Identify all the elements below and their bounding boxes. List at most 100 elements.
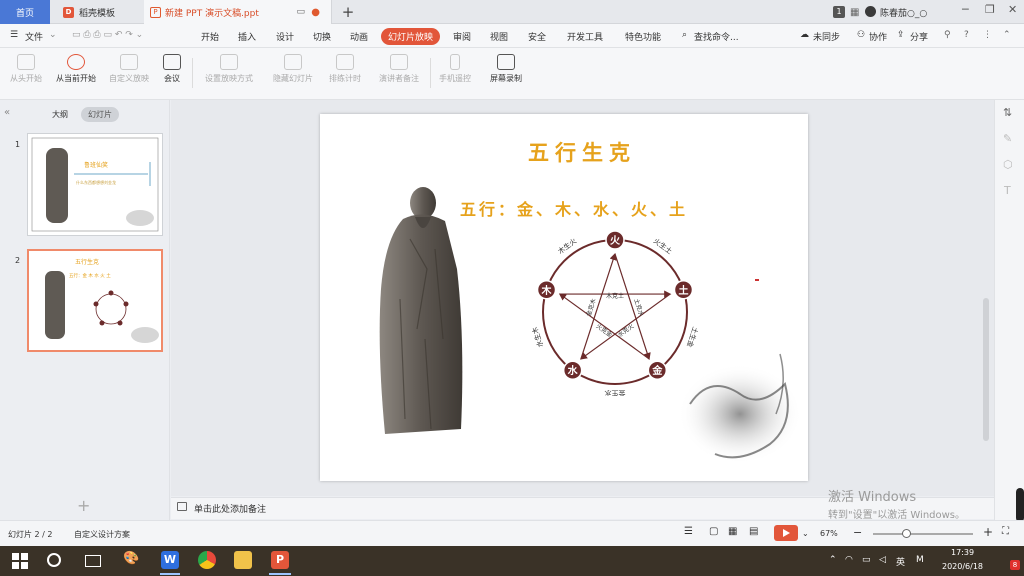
element-node: 水 bbox=[562, 360, 583, 380]
zoom-out-icon[interactable]: − bbox=[853, 526, 862, 539]
menu-bar: ☰ 文件 ⌄ ▭ ⎙ ⎙ ▭ ↶ ↷ ⌄ 开始 插入 设计 切换 动画 幻灯片放… bbox=[0, 24, 1024, 48]
menu-view[interactable]: 视图 bbox=[490, 30, 508, 43]
text-icon[interactable]: T bbox=[1004, 184, 1011, 197]
sorter-view-icon[interactable]: ▦ bbox=[728, 526, 737, 537]
chevron-down-icon[interactable]: ⌄ bbox=[49, 30, 57, 40]
menu-home[interactable]: 开始 bbox=[201, 30, 219, 43]
tray-chevron-icon[interactable]: ⌃ bbox=[829, 555, 837, 565]
quick-access-icons[interactable]: ▭ ⎙ ⎙ ▭ ↶ ↷ ⌄ bbox=[72, 30, 143, 40]
minimize-icon[interactable]: ─ bbox=[962, 3, 969, 16]
search-icon[interactable] bbox=[47, 553, 61, 567]
collapse-panel-icon[interactable]: « bbox=[4, 107, 10, 118]
clock-time[interactable]: 17:39 bbox=[951, 548, 974, 557]
play-from-start-button[interactable]: 从头开始 bbox=[8, 54, 44, 84]
tab-home[interactable]: 首页 bbox=[0, 0, 50, 24]
menu-devtools[interactable]: 开发工具 bbox=[567, 30, 603, 43]
share-icon[interactable]: ⇪ bbox=[897, 30, 905, 40]
zoom-slider[interactable] bbox=[873, 533, 973, 535]
paint-icon[interactable]: 🎨 bbox=[123, 551, 141, 569]
share-button[interactable]: 分享 bbox=[910, 30, 928, 43]
meeting-button[interactable]: 会议 bbox=[158, 54, 186, 84]
new-tab-button[interactable]: + bbox=[340, 0, 356, 24]
collapse-ribbon-icon[interactable]: ⌃ bbox=[1003, 30, 1011, 40]
tab-outline[interactable]: 大纲 bbox=[52, 109, 68, 120]
design-scheme[interactable]: 自定义设计方案 bbox=[74, 529, 130, 540]
display-icon[interactable]: ▭ bbox=[862, 555, 871, 565]
menu-review[interactable]: 审阅 bbox=[453, 30, 471, 43]
shape-icon[interactable]: ⬡ bbox=[1003, 158, 1013, 171]
current-slide[interactable]: 五行生克 五行：金、木、水、火、土 火土金水木 火生土 土生金 金生水 水生木 木生火 … bbox=[320, 114, 808, 481]
menu-features[interactable]: 特色功能 bbox=[625, 30, 661, 43]
task-view-icon[interactable] bbox=[85, 555, 101, 567]
custom-show-button[interactable]: 自定义放映 bbox=[107, 54, 151, 84]
reading-view-icon[interactable]: ▤ bbox=[749, 526, 758, 537]
play-slideshow-button[interactable] bbox=[774, 525, 798, 541]
zoom-slider-handle[interactable] bbox=[902, 529, 911, 538]
slide-thumbnail-2[interactable]: 五行生克 五行：金 木 水 火 土 bbox=[27, 249, 163, 352]
screen-record-button[interactable]: 屏幕录制 bbox=[487, 54, 525, 84]
monitor-icon[interactable]: ▭ bbox=[296, 7, 305, 17]
collab-icon[interactable]: ⚇ bbox=[857, 30, 865, 40]
menu-transition[interactable]: 切换 bbox=[313, 30, 331, 43]
more-icon[interactable]: ⋮ bbox=[983, 30, 992, 40]
start-icon[interactable] bbox=[12, 553, 28, 569]
tab-template[interactable]: D 稻壳模板 bbox=[55, 0, 141, 24]
cloud-icon[interactable]: ☁ bbox=[800, 30, 809, 40]
menu-insert[interactable]: 插入 bbox=[238, 30, 256, 43]
rehearse-timing-button[interactable]: 排练计时 bbox=[323, 54, 367, 84]
clock-date[interactable]: 2020/6/18 bbox=[942, 562, 983, 571]
menu-security[interactable]: 安全 bbox=[528, 30, 546, 43]
search-command[interactable]: 查找命令... bbox=[694, 30, 739, 43]
vertical-scrollbar[interactable] bbox=[983, 298, 989, 441]
notes-toggle-icon[interactable]: ☰ bbox=[684, 526, 693, 537]
wifi-icon[interactable]: ◠ bbox=[845, 555, 853, 565]
notification-icon[interactable]: 8 bbox=[1010, 560, 1020, 570]
chrome-icon[interactable] bbox=[198, 551, 216, 569]
menu-slideshow[interactable]: 幻灯片放映 bbox=[381, 28, 441, 45]
input-language[interactable]: 英 bbox=[896, 555, 905, 568]
button-label: 演讲者备注 bbox=[379, 74, 419, 83]
chevron-down-icon[interactable]: ⌄ bbox=[802, 529, 809, 538]
menu-animation[interactable]: 动画 bbox=[350, 30, 368, 43]
help-icon[interactable]: ? bbox=[964, 30, 969, 40]
add-slide-button[interactable]: + bbox=[77, 496, 90, 515]
grid-icon[interactable]: ▦ bbox=[850, 7, 859, 18]
window-count-badge[interactable]: 1 bbox=[833, 6, 845, 18]
close-icon[interactable]: ✕ bbox=[1008, 3, 1017, 16]
fit-window-icon[interactable]: ⛶ bbox=[1002, 526, 1009, 537]
slide-subtitle[interactable]: 五行：金、木、水、火、土 bbox=[460, 196, 688, 220]
file-explorer-icon[interactable] bbox=[234, 551, 252, 569]
menu-design[interactable]: 设计 bbox=[276, 30, 294, 43]
skin-icon[interactable]: ⚲ bbox=[944, 30, 951, 40]
avatar[interactable] bbox=[865, 6, 876, 17]
sync-status[interactable]: 未同步 bbox=[813, 30, 840, 43]
normal-view-icon[interactable]: ▢ bbox=[709, 526, 718, 537]
properties-icon[interactable]: ⇅ bbox=[1003, 106, 1012, 119]
presenter-notes-button[interactable]: 演讲者备注 bbox=[376, 54, 422, 84]
wps-writer-icon[interactable]: W bbox=[161, 551, 179, 569]
zoom-in-icon[interactable]: + bbox=[983, 525, 993, 539]
slideshow-settings-button[interactable]: 设置放映方式 bbox=[200, 54, 258, 84]
volume-icon[interactable]: ◁ bbox=[879, 555, 886, 565]
menu-file[interactable]: 文件 bbox=[25, 30, 43, 43]
hide-slide-button[interactable]: 隐藏幻灯片 bbox=[270, 54, 316, 84]
play-from-current-button[interactable]: 从当前开始 bbox=[53, 54, 99, 84]
restore-icon[interactable]: ❐ bbox=[985, 3, 995, 16]
zoom-value[interactable]: 67% bbox=[820, 529, 838, 538]
slide-thumbnail-1[interactable]: 鲁班仙笑 什么东西都想想刘金龙 bbox=[27, 133, 163, 236]
side-handle[interactable] bbox=[1016, 488, 1024, 522]
collab-button[interactable]: 协作 bbox=[869, 30, 887, 43]
confucius-statue-image[interactable] bbox=[365, 179, 475, 444]
input-method[interactable]: M bbox=[916, 555, 924, 565]
notes-placeholder[interactable]: 单击此处添加备注 bbox=[194, 502, 266, 515]
wps-presentation-icon[interactable]: P bbox=[271, 551, 289, 569]
style-icon[interactable]: ✎ bbox=[1003, 132, 1012, 145]
search-icon[interactable]: ⌕ bbox=[682, 30, 687, 40]
slide-title[interactable]: 五行生克 bbox=[528, 137, 636, 167]
phone-remote-button[interactable]: 手机遥控 bbox=[436, 54, 474, 84]
user-name[interactable]: 陈春茄○_○ bbox=[880, 6, 927, 19]
tab-slides[interactable]: 幻灯片 bbox=[81, 107, 119, 122]
hamburger-icon[interactable]: ☰ bbox=[10, 30, 18, 40]
tab-document[interactable]: P 新建 PPT 演示文稿.ppt ▭ ● bbox=[144, 0, 332, 24]
five-elements-diagram[interactable]: 火土金水木 火生土土生金金生水水生木木生火 木克土土克水水克火火克金金克木 bbox=[525, 226, 705, 396]
